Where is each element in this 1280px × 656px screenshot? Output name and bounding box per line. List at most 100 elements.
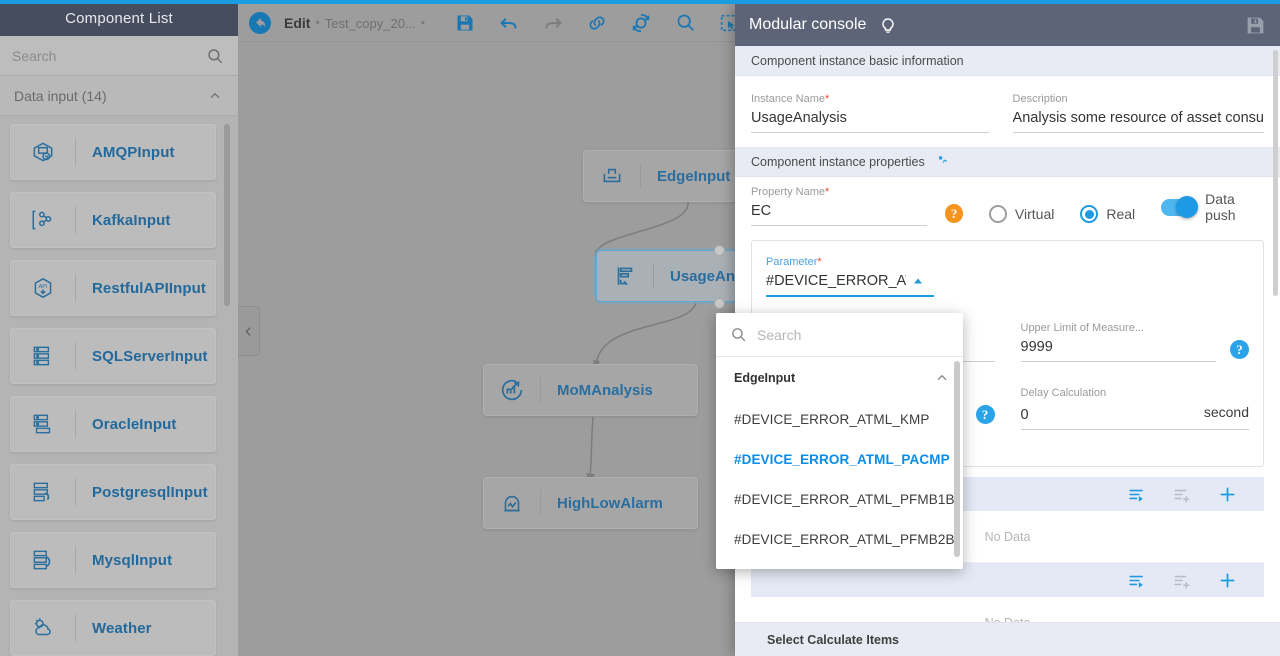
refresh-button[interactable]: [619, 4, 663, 42]
upper-limit-input[interactable]: 9999: [1020, 335, 1216, 362]
search-icon: [206, 47, 224, 65]
parameter-field[interactable]: Parameter* #DEVICE_ERROR_ATM: [766, 255, 934, 297]
undo-button[interactable]: [487, 4, 531, 42]
back-arrow-icon[interactable]: [238, 4, 282, 42]
radio-real-control[interactable]: [1080, 205, 1099, 223]
gear-settings-icon[interactable]: [935, 153, 952, 170]
chevron-left-icon: [242, 325, 255, 338]
instance-name-field[interactable]: Instance Name* UsageAnalysis: [751, 92, 989, 133]
list-add-icon[interactable]: [1172, 485, 1191, 504]
sidebar-component-list[interactable]: AMQPInput KafkaInput API RestfulAPIInput…: [0, 116, 238, 656]
select-calculate-items-label: Select Calculate Items: [767, 632, 900, 647]
sidebar-item-label: RestfulAPIInput: [92, 279, 206, 297]
list-play-icon[interactable]: [1127, 485, 1146, 504]
property-name-field[interactable]: Property Name* EC: [751, 185, 928, 226]
radio-virtual[interactable]: Virtual: [988, 205, 1055, 223]
sidebar-item-label: MysqlInput: [92, 551, 173, 569]
property-name-input[interactable]: EC: [751, 199, 928, 226]
parameter-select[interactable]: #DEVICE_ERROR_ATM: [766, 269, 934, 297]
list-add-icon[interactable]: [1172, 571, 1191, 590]
question-mark-icon[interactable]: ?: [945, 204, 963, 223]
delay-calculation-field[interactable]: Delay Calculation 0 second: [1020, 386, 1249, 430]
kafka-input-icon: [11, 207, 75, 233]
mysql-input-icon: [11, 547, 75, 573]
sidebar-item-restfulapiinput[interactable]: API RestfulAPIInput: [10, 260, 216, 316]
dropdown-search-input[interactable]: Search: [757, 327, 801, 343]
node-label: HighLowAlarm: [557, 494, 663, 512]
sidebar-collapse-handle[interactable]: [238, 306, 260, 356]
save-button[interactable]: [443, 4, 487, 42]
editor-mode-label: Edit: [284, 14, 311, 31]
dropdown-group-edgeinput[interactable]: EdgeInput: [716, 357, 963, 399]
sidebar-search-input[interactable]: Search: [12, 48, 206, 64]
dropdown-option[interactable]: #DEVICE_ERROR_ATML_PFMB2B: [716, 519, 963, 559]
dropdown-option[interactable]: #DEVICE_ERROR_ATML_KMP: [716, 399, 963, 439]
zoom-search-button[interactable]: [663, 4, 707, 42]
dropdown-scrollbar[interactable]: [954, 361, 960, 557]
weather-icon: [11, 615, 75, 641]
question-mark-icon[interactable]: ?: [975, 405, 995, 424]
edge-input-icon: [584, 163, 640, 189]
select-calculate-items-footer[interactable]: Select Calculate Items: [735, 622, 1280, 656]
panel-header: Modular console: [735, 4, 1280, 46]
label-text: Instance Name: [751, 93, 825, 105]
sidebar-item-amqpinput[interactable]: AMQPInput: [10, 124, 216, 180]
instance-name-input[interactable]: UsageAnalysis: [751, 106, 989, 133]
panel-title: Modular console: [749, 16, 867, 33]
node-label: MoMAnalysis: [557, 381, 653, 399]
dropdown-search-bar[interactable]: Search: [716, 313, 963, 357]
oracle-input-icon: [11, 411, 75, 437]
sidebar-group-label: Data input (14): [14, 87, 107, 104]
redo-button[interactable]: [531, 4, 575, 42]
plus-icon[interactable]: [1217, 570, 1238, 591]
sidebar-group-data-input[interactable]: Data input (14): [0, 76, 238, 116]
plus-icon[interactable]: [1217, 484, 1238, 505]
sidebar-item-kafkainput[interactable]: KafkaInput: [10, 192, 216, 248]
floppy-disk-icon: [455, 13, 475, 33]
sidebar-search-bar[interactable]: Search: [0, 36, 238, 76]
sqlserver-input-icon: [11, 343, 75, 369]
parameter-dropdown[interactable]: Search EdgeInput #DEVICE_ERROR_ATML_KMP …: [716, 313, 963, 569]
question-mark-icon[interactable]: ?: [1230, 340, 1249, 359]
sidebar-item-oracleinput[interactable]: OracleInput: [10, 396, 216, 452]
sidebar-item-mysqlinput[interactable]: MysqlInput: [10, 532, 216, 588]
data-push-label: Data push: [1205, 191, 1236, 223]
required-marker: *: [824, 186, 830, 198]
sidebar-item-weather[interactable]: Weather: [10, 600, 216, 656]
dropdown-group-label: EdgeInput: [734, 371, 796, 385]
sidebar-item-postgresqlinput[interactable]: PostgresqlInput: [10, 464, 216, 520]
radio-virtual-control[interactable]: [988, 205, 1007, 223]
link-button[interactable]: [575, 4, 619, 42]
sidebar-title-text: Component List: [65, 9, 173, 27]
radio-virtual-label: Virtual: [1014, 206, 1055, 222]
node-highlowalarm[interactable]: HighLowAlarm: [483, 477, 698, 529]
radio-real[interactable]: Real: [1080, 205, 1135, 223]
sidebar-scrollbar[interactable]: [224, 124, 230, 306]
description-field[interactable]: Description Analysis some resource of as…: [1012, 92, 1264, 133]
upper-limit-field[interactable]: Upper Limit of Measure... 9999 ?: [1020, 321, 1249, 362]
node-input-port[interactable]: [714, 245, 725, 256]
lightbulb-icon[interactable]: [878, 15, 898, 35]
chevron-up-icon: [935, 371, 949, 385]
dropdown-option-selected[interactable]: #DEVICE_ERROR_ATML_PACMP: [716, 439, 963, 479]
amqp-input-icon: [11, 139, 75, 165]
chevron-up-icon: [208, 89, 222, 103]
dropdown-option[interactable]: #DEVICE_ERROR_ATML_PFMB1B: [716, 479, 963, 519]
node-output-port[interactable]: [714, 298, 725, 309]
data-push-toggle-control[interactable]: [1161, 196, 1199, 218]
panel-scrollbar[interactable]: [1273, 50, 1278, 296]
property-name-label: Property Name*: [751, 185, 927, 199]
description-input[interactable]: Analysis some resource of asset consu: [1012, 106, 1264, 133]
sidebar-item-sqlserverinput[interactable]: SQLServerInput: [10, 328, 216, 384]
sidebar-item-label: KafkaInput: [92, 211, 171, 229]
top-accent-strip: [0, 0, 1280, 4]
caret-up-icon: [912, 275, 924, 287]
delay-calculation-input-row[interactable]: 0 second: [1020, 400, 1249, 430]
delay-calculation-input[interactable]: 0: [1021, 403, 1204, 427]
panel-save-button[interactable]: [1245, 15, 1266, 36]
node-momanalysis[interactable]: MoMAnalysis: [483, 364, 698, 416]
delay-calculation-unit: second: [1203, 404, 1249, 420]
list-play-icon[interactable]: [1127, 571, 1146, 590]
sync-icon: [630, 12, 652, 34]
data-push-toggle[interactable]: Data push: [1161, 191, 1264, 223]
